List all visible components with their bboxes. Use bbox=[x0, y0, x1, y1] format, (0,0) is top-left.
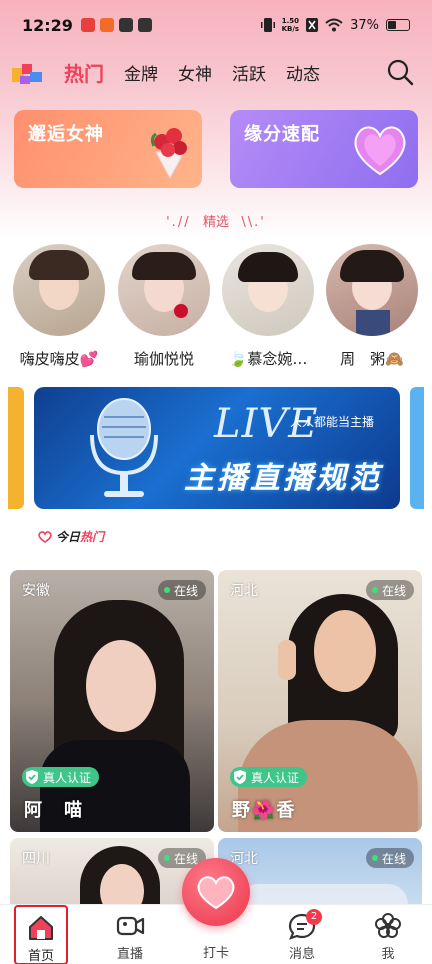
hot-today-part1: 今日 bbox=[56, 530, 81, 544]
profile-card[interactable]: 安徽 在线 真人认证 阿 喵 bbox=[10, 570, 214, 832]
card-name: 野🌺香 bbox=[232, 800, 297, 821]
net-speed: 1.50 KB/s bbox=[282, 17, 299, 33]
verified-label: 真人认证 bbox=[43, 770, 92, 785]
featured-user[interactable]: 🍃慕念婉… bbox=[218, 244, 318, 369]
category-tabs: 热门 金牌 女神 活跃 动态 bbox=[64, 52, 320, 92]
featured-user[interactable]: 周 粥🙈 bbox=[322, 244, 422, 369]
notification-icons bbox=[80, 18, 152, 32]
card-province: 四川 bbox=[22, 851, 50, 867]
tab-feed[interactable]: 动态 bbox=[286, 60, 320, 85]
avatar-name: 🍃慕念婉… bbox=[228, 350, 308, 368]
sim-off-icon bbox=[306, 18, 319, 32]
avatar-name: 周 粥🙈 bbox=[340, 350, 404, 368]
live-subtitle: 人人都能当主播 bbox=[290, 415, 375, 429]
hot-today-label: 今日 热门 bbox=[38, 528, 104, 545]
online-status: 在线 bbox=[173, 851, 198, 866]
tab-hot[interactable]: 热门 bbox=[64, 58, 104, 87]
messages-badge: 2 bbox=[306, 909, 322, 925]
app-notification-icon bbox=[137, 18, 152, 32]
tab-goddess[interactable]: 女神 bbox=[178, 60, 212, 85]
nav-live-label: 直播 bbox=[116, 947, 143, 962]
tab-active[interactable]: 活跃 bbox=[232, 60, 266, 85]
online-badge: 在线 bbox=[365, 848, 414, 868]
app-notification-icon bbox=[99, 18, 114, 32]
featured-label-text: 精选 bbox=[202, 215, 229, 230]
app-notification-icon bbox=[118, 18, 133, 32]
wifi-icon bbox=[325, 18, 343, 32]
online-status: 在线 bbox=[381, 583, 406, 598]
tab-gold[interactable]: 金牌 bbox=[124, 60, 158, 85]
nav-home[interactable]: 首页 bbox=[14, 905, 68, 964]
meet-goddess-banner[interactable]: 邂逅女神 bbox=[14, 110, 202, 188]
nav-messages[interactable]: 2 消息 bbox=[272, 905, 332, 964]
fate-match-title: 缘分速配 bbox=[244, 124, 320, 145]
meet-goddess-title: 邂逅女神 bbox=[28, 124, 104, 145]
featured-user[interactable]: 瑜伽悦悦 bbox=[114, 244, 214, 369]
heart-icon bbox=[354, 126, 406, 176]
live-rules-banner[interactable]: LIVE 人人都能当主播 主播直播规范 bbox=[34, 387, 400, 509]
shield-check-icon bbox=[234, 770, 246, 784]
shield-check-icon bbox=[26, 770, 38, 784]
home-icon bbox=[29, 916, 53, 940]
verified-badge: 真人认证 bbox=[230, 767, 308, 787]
bouquet-icon bbox=[150, 128, 187, 180]
featured-section-label: '.// 精选 \\.' bbox=[166, 215, 266, 230]
video-camera-icon bbox=[116, 916, 145, 936]
net-speed-unit: KB/s bbox=[281, 25, 300, 33]
net-speed-value: 1.50 bbox=[281, 17, 299, 25]
avatar bbox=[326, 244, 418, 336]
avatar bbox=[13, 244, 105, 336]
online-dot bbox=[371, 587, 378, 593]
app-notification-icon bbox=[80, 18, 95, 32]
nav-messages-label: 消息 bbox=[288, 947, 315, 962]
nav-me[interactable]: 我 bbox=[358, 905, 418, 964]
flower-icon bbox=[375, 913, 401, 938]
hot-today-part2: 热门 bbox=[80, 530, 105, 544]
avatar bbox=[118, 244, 210, 336]
featured-users-row: 嗨皮嗨皮💕 瑜伽悦悦 🍃慕念婉… 周 粥🙈 bbox=[0, 244, 432, 374]
fate-match-banner[interactable]: 缘分速配 bbox=[230, 110, 418, 188]
search-icon[interactable] bbox=[386, 58, 414, 86]
featured-user[interactable]: 嗨皮嗨皮💕 bbox=[9, 244, 109, 369]
battery-percent: 37% bbox=[350, 17, 379, 33]
avatar-name: 瑜伽悦悦 bbox=[133, 350, 194, 368]
nav-me-label: 我 bbox=[381, 947, 395, 962]
verified-label: 真人认证 bbox=[251, 770, 300, 785]
avatar bbox=[222, 244, 314, 336]
nav-home-label: 首页 bbox=[27, 949, 54, 964]
microphone-icon bbox=[90, 398, 158, 497]
card-province: 河北 bbox=[230, 583, 258, 599]
vibrate-icon bbox=[260, 18, 275, 32]
heart-icon bbox=[38, 530, 52, 543]
battery-icon bbox=[386, 19, 410, 31]
online-status: 在线 bbox=[173, 583, 198, 598]
card-province: 安徽 bbox=[22, 583, 50, 599]
online-badge: 在线 bbox=[157, 580, 206, 600]
online-status: 在线 bbox=[381, 851, 406, 866]
live-title: 主播直播规范 bbox=[184, 461, 382, 496]
online-dot bbox=[163, 587, 170, 593]
profile-card[interactable]: 河北 在线 真人认证 野🌺香 bbox=[218, 570, 422, 832]
prev-banner-edge[interactable] bbox=[8, 387, 24, 509]
top-nav: 热门 金牌 女神 活跃 动态 bbox=[0, 52, 432, 92]
status-time: 12:29 bbox=[22, 15, 73, 35]
online-dot bbox=[371, 855, 378, 861]
next-banner-edge[interactable] bbox=[410, 387, 424, 509]
nav-live[interactable]: 直播 bbox=[100, 905, 160, 964]
heart-icon bbox=[197, 876, 235, 910]
card-name: 阿 喵 bbox=[24, 800, 84, 821]
punch-in-label: 打卡 bbox=[202, 946, 229, 961]
online-badge: 在线 bbox=[365, 580, 414, 600]
online-dot bbox=[163, 855, 170, 861]
app-logo-icon bbox=[12, 64, 42, 84]
verified-badge: 真人认证 bbox=[22, 767, 100, 787]
status-bar: 12:29 1.50 KB/s 37% bbox=[0, 0, 432, 50]
punch-in-button[interactable] bbox=[182, 858, 250, 926]
avatar-name: 嗨皮嗨皮💕 bbox=[19, 350, 99, 368]
